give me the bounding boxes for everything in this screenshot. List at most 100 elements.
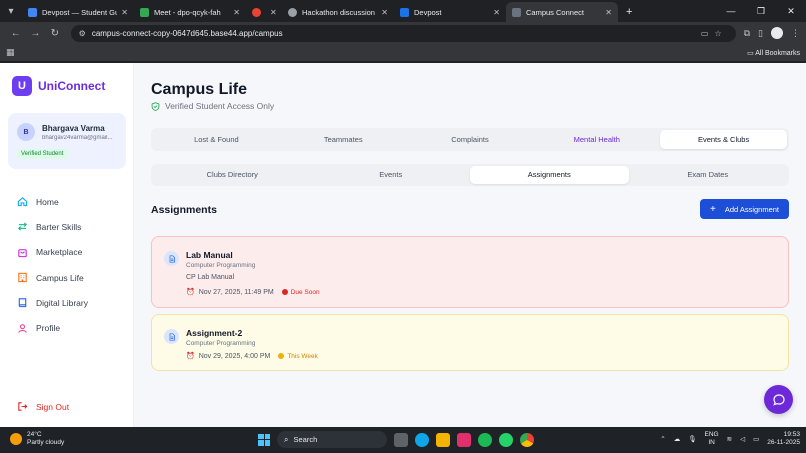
close-icon[interactable]: ✕	[381, 8, 388, 17]
profile-avatar[interactable]	[771, 27, 783, 39]
apps-grid-icon[interactable]: ▦	[6, 47, 15, 58]
sidebar-item-label: Digital Library	[36, 297, 88, 308]
extensions-icon[interactable]: ⧉	[744, 28, 750, 39]
user-name: Bhargava Varma	[42, 124, 105, 133]
sidebar-item-home[interactable]: Home	[8, 189, 126, 214]
tab-teammates[interactable]: Teammates	[280, 130, 407, 149]
weather-widget[interactable]: 24°C Partly cloudy	[10, 431, 64, 447]
task-view-icon[interactable]	[394, 432, 408, 447]
maximize-button[interactable]: ❐	[746, 6, 776, 17]
close-icon[interactable]: ✕	[233, 8, 240, 17]
microphone-icon[interactable]: 🎙	[688, 435, 696, 443]
tab-lost-and-found[interactable]: Lost & Found	[153, 130, 280, 149]
taskbar-search[interactable]: ⌕ Search	[277, 431, 387, 448]
onedrive-icon[interactable]: ☁	[674, 435, 681, 443]
add-assignment-button[interactable]: + Add Assignment	[700, 199, 789, 219]
site-info-icon[interactable]: ⚙	[79, 29, 86, 38]
sidebar-item-barter-skills[interactable]: Barter Skills	[8, 214, 126, 239]
lang-code: ENG	[704, 431, 719, 438]
whatsapp-icon[interactable]	[499, 432, 513, 447]
omnibox-actions: ▭☆	[701, 29, 728, 38]
tab-assignments[interactable]: Assignments	[470, 166, 629, 184]
address-bar[interactable]: ⚙ campus-connect-copy-0647d645.base44.ap…	[70, 24, 736, 42]
browser-tab-strip: ▾ Devpost — Student Guide for ... ✕ Meet…	[0, 0, 806, 22]
url-text[interactable]: campus-connect-copy-0647d645.base44.app/…	[92, 29, 701, 38]
brand[interactable]: U UniConnect	[12, 76, 105, 96]
chevron-up-icon[interactable]: ⌃	[660, 435, 665, 443]
sidebar-item-digital-library[interactable]: Digital Library	[8, 290, 126, 315]
wifi-icon[interactable]: ≋	[727, 435, 732, 443]
recording-icon	[252, 7, 261, 17]
status-label: Due Soon	[290, 288, 320, 296]
swap-icon	[17, 221, 28, 232]
tab-events[interactable]: Events	[312, 166, 471, 184]
language-indicator[interactable]: ENG IN	[705, 431, 719, 447]
windows-start-icon[interactable]	[258, 433, 270, 446]
browser-tab[interactable]: Hackathon discussion topics ✕	[282, 2, 394, 22]
assignment-course: Computer Programming	[186, 262, 256, 269]
bookmark-star-icon[interactable]: ☆	[714, 29, 727, 38]
close-icon[interactable]: ✕	[605, 8, 612, 17]
browser-tab[interactable]: Devpost ✕	[394, 2, 506, 22]
browser-tab[interactable]: ✕	[246, 2, 282, 22]
tab-search-button[interactable]: ▾	[0, 0, 22, 22]
tab-title: Campus Connect	[526, 7, 584, 17]
sidepanel-icon[interactable]: ▯	[758, 28, 763, 39]
tab-events-and-clubs[interactable]: Events & Clubs	[660, 130, 787, 149]
tab-clubs-directory[interactable]: Clubs Directory	[153, 166, 312, 184]
forward-button[interactable]: →	[26, 28, 46, 39]
close-icon[interactable]: ✕	[270, 8, 277, 17]
browser-tab[interactable]: Meet - dpo-qcyk-fah ✕	[134, 2, 246, 22]
clock-time: 19:53	[783, 431, 800, 438]
close-window-button[interactable]: ✕	[776, 6, 806, 17]
verified-badge: Verified Student	[17, 149, 68, 159]
new-tab-button[interactable]: +	[618, 2, 640, 22]
edge-icon[interactable]	[415, 432, 429, 447]
page-title: Campus Life	[151, 81, 248, 98]
tab-mental-health[interactable]: Mental Health	[533, 130, 660, 149]
weather-text: 24°C Partly cloudy	[27, 431, 64, 447]
chrome-icon[interactable]	[520, 432, 534, 447]
assignment-card[interactable]: Assignment-2 Computer Programming ⏰ Nov …	[151, 314, 789, 371]
chevron-down-icon: ▾	[8, 5, 14, 17]
windows-taskbar: 24°C Partly cloudy ⌕ Search ⌃ ☁ 🎙 ENG IN ≋ …	[0, 427, 806, 453]
plus-icon: +	[626, 6, 633, 18]
spotify-icon[interactable]	[478, 432, 492, 447]
battery-icon[interactable]: ▭	[753, 435, 759, 443]
close-icon[interactable]: ✕	[493, 8, 500, 17]
search-icon: ⌕	[284, 434, 289, 444]
instagram-icon[interactable]	[457, 432, 471, 447]
tab-exam-dates[interactable]: Exam Dates	[629, 166, 788, 184]
book-icon	[17, 297, 28, 308]
assignment-due: Nov 27, 2025, 11:49 PM	[198, 288, 274, 296]
shield-check-icon	[151, 101, 160, 111]
avatar: B	[17, 123, 35, 141]
chat-button[interactable]	[764, 385, 793, 414]
toolbar-right: ⧉ ▯ ⋮	[744, 27, 800, 39]
system-tray: ⌃ ☁ 🎙 ENG IN ≋ ◁ ▭ 19:53 26-11-2025	[660, 431, 800, 447]
close-icon[interactable]: ✕	[121, 8, 128, 17]
taskbar-clock[interactable]: 19:53 26-11-2025	[767, 431, 800, 447]
reload-button[interactable]: ↻	[45, 28, 65, 39]
bag-icon	[17, 247, 28, 258]
assignment-card[interactable]: Lab Manual Computer Programming CP Lab M…	[151, 236, 789, 308]
alarm-clock-icon: ⏰	[186, 353, 195, 360]
sidebar-item-label: Campus Life	[36, 272, 84, 283]
sidebar-item-profile[interactable]: Profile	[8, 315, 126, 340]
volume-icon[interactable]: ◁	[740, 435, 745, 443]
sidebar-item-marketplace[interactable]: Marketplace	[8, 240, 126, 265]
tab-title: Devpost	[414, 7, 442, 17]
browser-tab[interactable]: Devpost — Student Guide for ... ✕	[22, 2, 134, 22]
all-bookmarks-button[interactable]: ▭ All Bookmarks	[747, 49, 800, 57]
browser-toolbar: ← → ↻ ⚙ campus-connect-copy-0647d645.bas…	[0, 22, 806, 44]
sign-out-label: Sign Out	[36, 401, 70, 412]
browser-tab-active[interactable]: Campus Connect ✕	[506, 2, 618, 22]
sign-out-button[interactable]: Sign Out	[17, 401, 69, 412]
install-icon[interactable]: ▭	[701, 29, 715, 38]
tab-complaints[interactable]: Complaints	[407, 130, 534, 149]
file-explorer-icon[interactable]	[436, 432, 450, 447]
minimize-button[interactable]: —	[716, 6, 746, 16]
more-menu-icon[interactable]: ⋮	[791, 28, 800, 39]
back-button[interactable]: ←	[6, 28, 26, 39]
sidebar-item-campus-life[interactable]: Campus Life	[8, 265, 126, 290]
